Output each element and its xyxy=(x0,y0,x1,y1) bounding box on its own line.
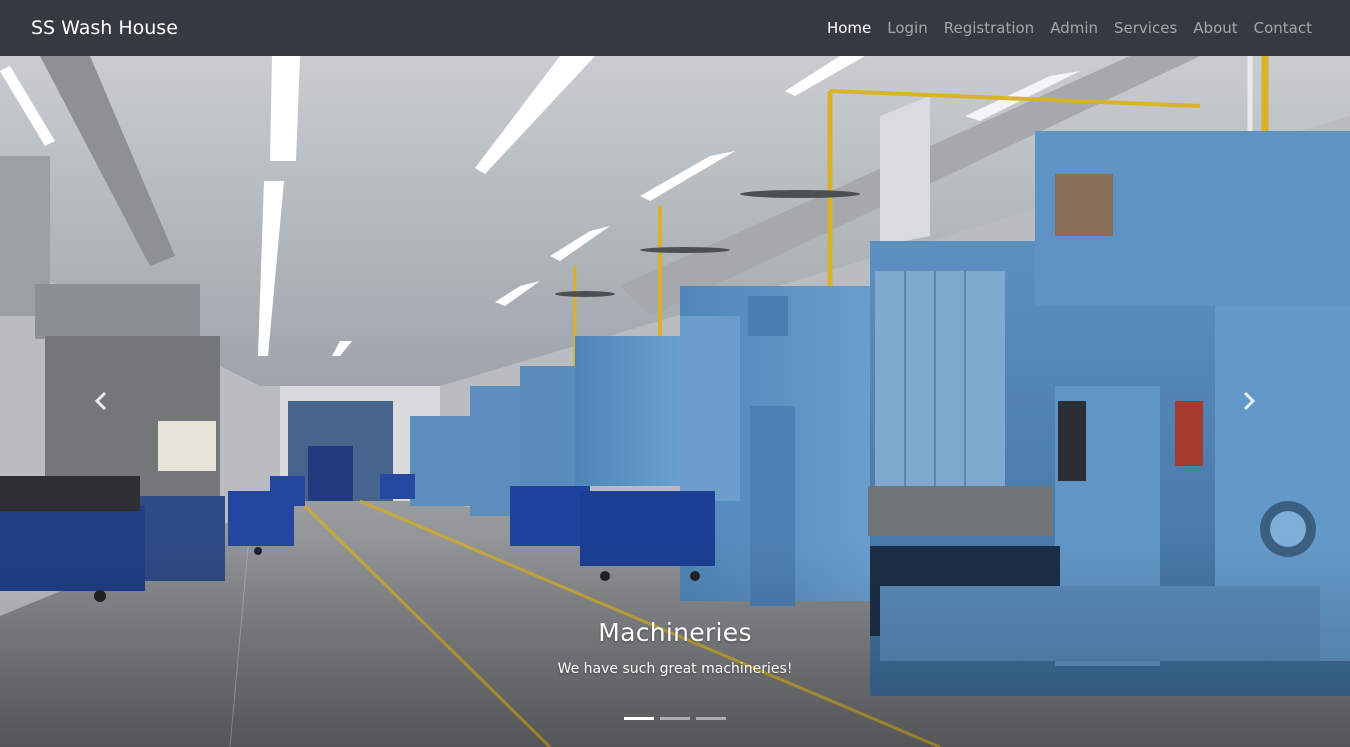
chevron-left-icon xyxy=(94,391,107,411)
nav-admin[interactable]: Admin xyxy=(1042,19,1106,37)
carousel-next-button[interactable] xyxy=(1234,376,1264,426)
nav-services[interactable]: Services xyxy=(1106,19,1185,37)
nav-home[interactable]: Home xyxy=(819,19,879,37)
nav-contact[interactable]: Contact xyxy=(1246,19,1319,37)
top-navbar: SS Wash House Home Login Registration Ad… xyxy=(0,0,1350,56)
carousel-prev-button[interactable] xyxy=(86,376,116,426)
hero-carousel: Machineries We have such great machineri… xyxy=(0,56,1350,747)
nav-registration[interactable]: Registration xyxy=(936,19,1042,37)
brand-link[interactable]: SS Wash House xyxy=(31,17,178,39)
indicator-3[interactable] xyxy=(696,717,726,720)
nav-login[interactable]: Login xyxy=(879,19,935,37)
slide-caption: Machineries We have such great machineri… xyxy=(0,618,1350,677)
nav-menu: Home Login Registration Admin Services A… xyxy=(819,19,1319,37)
chevron-right-icon xyxy=(1243,391,1256,411)
nav-about[interactable]: About xyxy=(1185,19,1245,37)
slide-title: Machineries xyxy=(598,618,752,647)
indicator-1[interactable] xyxy=(624,717,654,720)
indicator-2[interactable] xyxy=(660,717,690,720)
slide-subtitle: We have such great machineries! xyxy=(557,661,793,677)
carousel-indicators xyxy=(0,717,1350,720)
